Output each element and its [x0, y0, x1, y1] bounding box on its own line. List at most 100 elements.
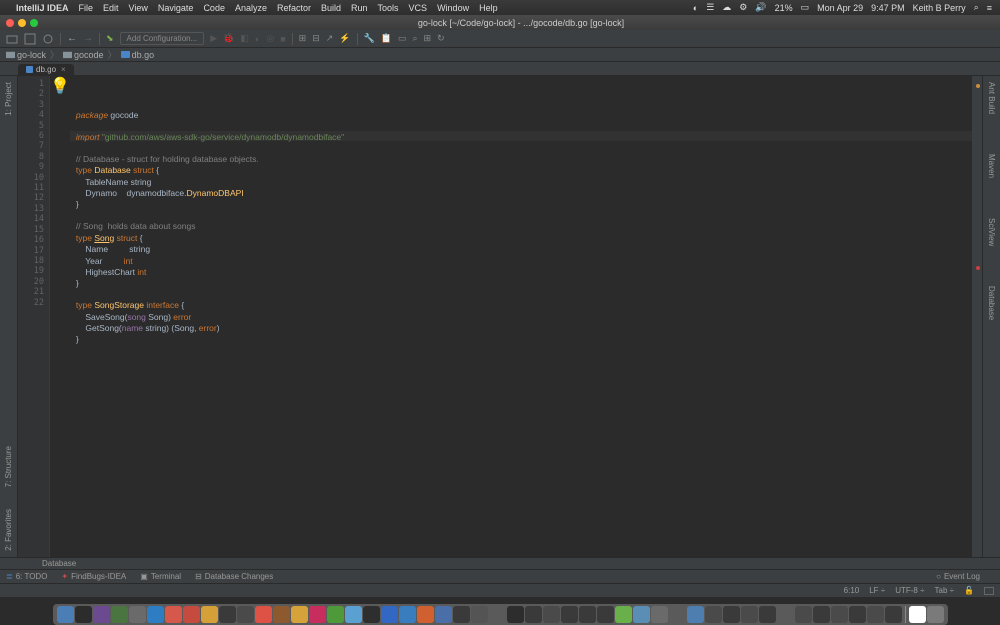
tool-project[interactable]: 1: Project	[4, 82, 13, 116]
status-encoding[interactable]: UTF-8 ÷	[895, 586, 924, 595]
toolbar-icon[interactable]: ▭	[398, 33, 407, 44]
add-configuration-button[interactable]: Add Configuration...	[120, 32, 205, 45]
stop-icon[interactable]: ■	[280, 34, 285, 44]
editor-tab[interactable]: db.go ×	[18, 64, 74, 75]
tool-structure[interactable]: 7: Structure	[4, 446, 13, 487]
tool-sciview[interactable]: SciView	[987, 218, 996, 246]
menu-view[interactable]: View	[129, 3, 148, 13]
toolbar-icon[interactable]: ⚡	[339, 33, 350, 44]
dock-app-icon[interactable]	[183, 606, 200, 623]
tool-favorites[interactable]: 2: Favorites	[4, 509, 13, 551]
coverage-icon[interactable]: ◧	[240, 33, 249, 44]
run-icon[interactable]: ▶	[210, 33, 217, 44]
save-icon[interactable]	[24, 33, 36, 45]
dock-app-icon[interactable]	[705, 606, 722, 623]
intention-bulb-icon[interactable]: 💡	[50, 76, 70, 557]
dock-app-icon[interactable]	[777, 606, 794, 623]
error-marker[interactable]	[976, 266, 980, 270]
dock-app-icon[interactable]	[327, 606, 344, 623]
dock-app-icon[interactable]	[615, 606, 632, 623]
dock-app-icon[interactable]	[129, 606, 146, 623]
dock-app-icon[interactable]	[885, 606, 902, 623]
dock-app-icon[interactable]	[687, 606, 704, 623]
breadcrumb-file[interactable]: db.go	[121, 50, 155, 60]
search-icon[interactable]: ⌕	[974, 2, 979, 13]
toolbar-icon[interactable]: ⊞	[299, 33, 307, 44]
error-stripe[interactable]	[972, 76, 982, 557]
dock-app-icon[interactable]	[291, 606, 308, 623]
menubar-date[interactable]: Mon Apr 29	[817, 3, 863, 13]
build-icon[interactable]: ⬊	[106, 33, 114, 44]
dock-app-icon[interactable]	[93, 606, 110, 623]
dock-app-icon[interactable]	[273, 606, 290, 623]
minimize-window-icon[interactable]	[18, 19, 26, 27]
dock-app-icon[interactable]	[345, 606, 362, 623]
dock-app-icon[interactable]	[219, 606, 236, 623]
dock-app-icon[interactable]	[795, 606, 812, 623]
menu-refactor[interactable]: Refactor	[277, 3, 311, 13]
menu-navigate[interactable]: Navigate	[158, 3, 194, 13]
editor-breadcrumb[interactable]: Database	[0, 557, 1000, 569]
menu-tools[interactable]: Tools	[378, 3, 399, 13]
menu-vcs[interactable]: VCS	[409, 3, 428, 13]
toolbar-icon[interactable]: ↗	[326, 33, 334, 44]
dock-app-icon[interactable]	[507, 606, 524, 623]
close-window-icon[interactable]	[6, 19, 14, 27]
dock-app-icon[interactable]	[57, 606, 74, 623]
dock-app-icon[interactable]	[849, 606, 866, 623]
menubar-icon[interactable]: ☁	[722, 2, 731, 13]
toolbar-icon[interactable]: ⊞	[424, 33, 432, 44]
tool-dbchanges[interactable]: ⊟Database Changes	[195, 572, 273, 581]
battery-indicator[interactable]: 21%	[775, 3, 793, 13]
dock-app-icon[interactable]	[417, 606, 434, 623]
menubar-user[interactable]: Keith B Perry	[913, 3, 966, 13]
tool-ant[interactable]: Ant Build	[987, 82, 996, 114]
code-editor[interactable]: package gocode import "github.com/aws/aw…	[70, 76, 972, 557]
tool-maven[interactable]: Maven	[987, 154, 996, 178]
menu-edit[interactable]: Edit	[103, 3, 119, 13]
dock-app-icon[interactable]	[813, 606, 830, 623]
dock-app-icon[interactable]	[543, 606, 560, 623]
tool-todo[interactable]: ≣6: TODO	[6, 572, 47, 581]
debug-icon[interactable]: 🐞	[223, 33, 234, 44]
dock-app-icon[interactable]	[111, 606, 128, 623]
toolbar-icon[interactable]: 📋	[381, 33, 392, 44]
forward-icon[interactable]: →	[83, 33, 93, 44]
menubar-icon[interactable]: ≡	[987, 3, 992, 13]
app-name[interactable]: IntelliJ IDEA	[16, 3, 69, 13]
status-caret-pos[interactable]: 6:10	[844, 586, 860, 595]
dock-app-icon[interactable]	[237, 606, 254, 623]
close-tab-icon[interactable]: ×	[61, 65, 66, 74]
dock-app-icon[interactable]	[453, 606, 470, 623]
tool-eventlog[interactable]: ○Event Log	[936, 572, 980, 581]
back-icon[interactable]: ←	[67, 33, 77, 44]
dock-app-icon[interactable]	[471, 606, 488, 623]
menubar-icon[interactable]: ◐	[693, 3, 698, 13]
tool-database[interactable]: Database	[987, 286, 996, 320]
readonly-lock-icon[interactable]: 🔓	[964, 586, 974, 595]
dock-app-icon[interactable]	[927, 606, 944, 623]
menu-window[interactable]: Window	[437, 3, 469, 13]
dock-app-icon[interactable]	[381, 606, 398, 623]
menu-help[interactable]: Help	[479, 3, 498, 13]
dock-app-icon[interactable]	[579, 606, 596, 623]
open-icon[interactable]	[6, 33, 18, 45]
dock-app-icon[interactable]	[651, 606, 668, 623]
dock-app-icon[interactable]	[75, 606, 92, 623]
breadcrumb-project[interactable]: go-lock	[6, 50, 46, 60]
tool-findbugs[interactable]: ✦FindBugs-IDEA	[61, 572, 126, 581]
dock-app-icon[interactable]	[867, 606, 884, 623]
warning-marker[interactable]	[976, 84, 980, 88]
menubar-icon[interactable]: ⚙	[739, 2, 747, 13]
dock-app-icon[interactable]	[147, 606, 164, 623]
volume-icon[interactable]: 🔊	[755, 2, 766, 13]
dock-app-icon[interactable]	[669, 606, 686, 623]
dock-app-icon[interactable]	[489, 606, 506, 623]
menubar-time[interactable]: 9:47 PM	[871, 3, 905, 13]
toolbar-icon[interactable]: ⌕	[412, 33, 417, 44]
dock-app-icon[interactable]	[723, 606, 740, 623]
dock-app-icon[interactable]	[399, 606, 416, 623]
refresh-icon[interactable]	[42, 33, 54, 45]
breadcrumb-folder[interactable]: gocode	[63, 50, 104, 60]
dock-app-icon[interactable]	[633, 606, 650, 623]
